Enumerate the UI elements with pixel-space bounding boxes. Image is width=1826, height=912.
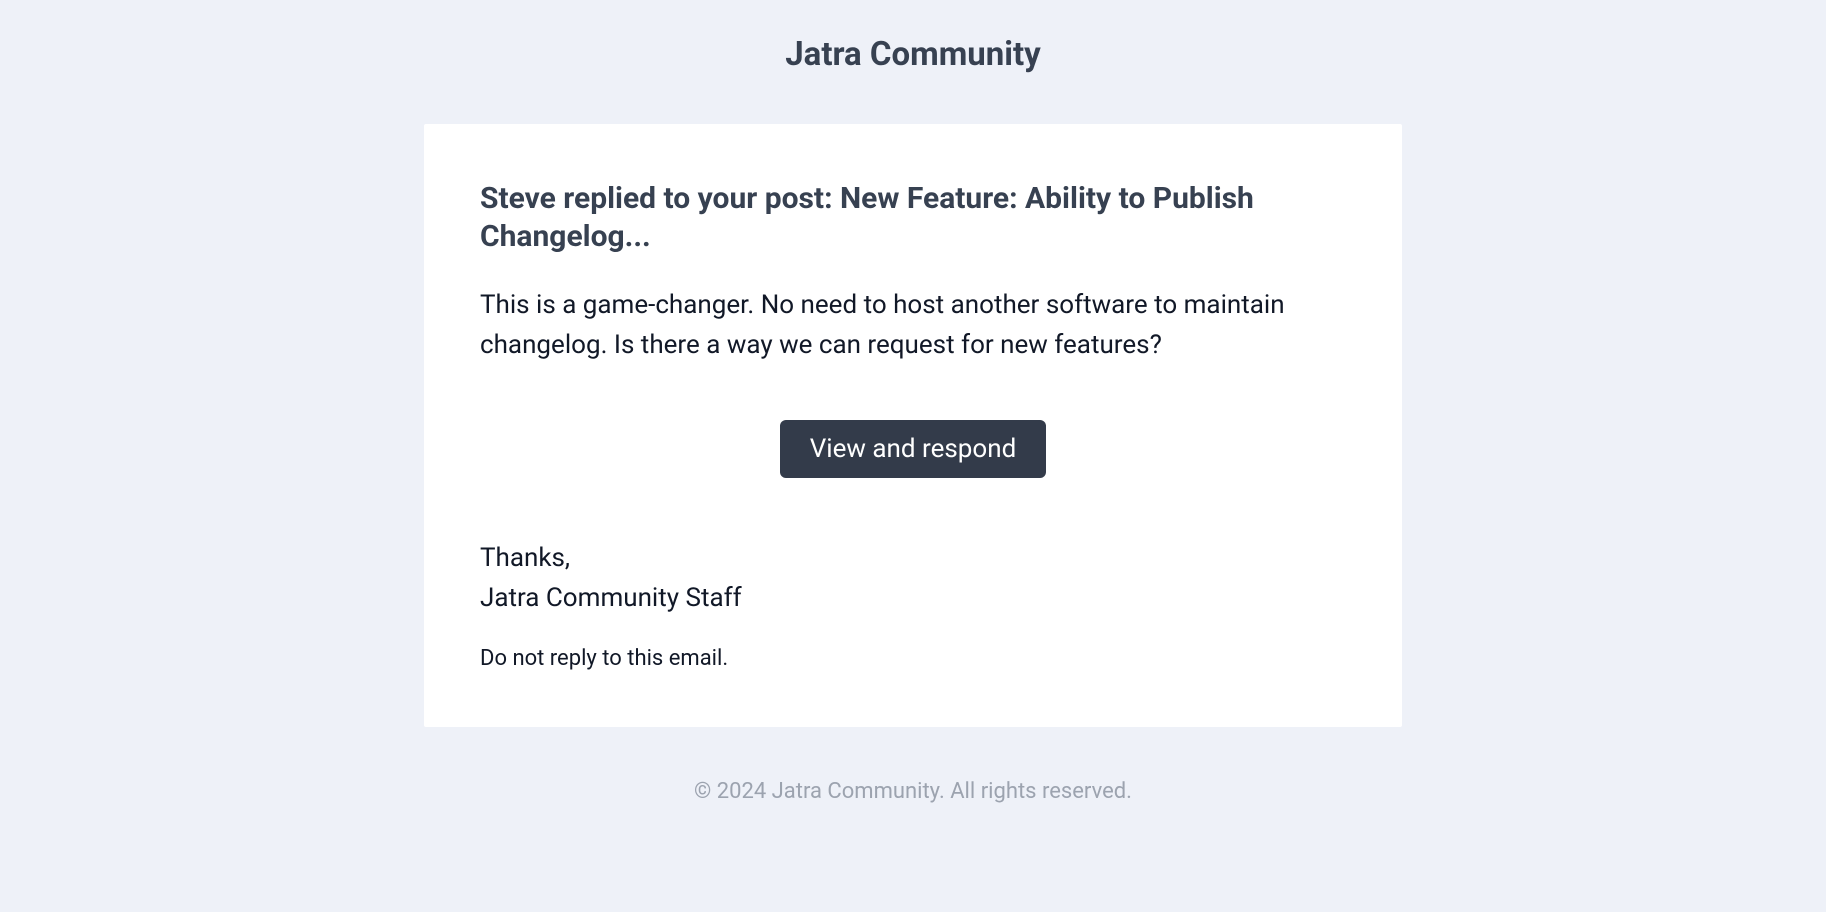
email-card: Steve replied to your post: New Feature:… <box>424 124 1402 727</box>
signoff-from: Jatra Community Staff <box>480 583 742 613</box>
email-subject: Steve replied to your post: New Feature:… <box>480 180 1346 255</box>
view-respond-button[interactable]: View and respond <box>780 420 1047 478</box>
email-body: This is a game-changer. No need to host … <box>480 285 1346 366</box>
community-title: Jatra Community <box>0 35 1826 74</box>
signoff-thanks: Thanks, <box>480 543 570 573</box>
footer-copyright: © 2024 Jatra Community. All rights reser… <box>0 779 1826 804</box>
cta-wrap: View and respond <box>480 420 1346 478</box>
email-signoff: Thanks, Jatra Community Staff <box>480 538 1346 619</box>
email-footer: © 2024 Jatra Community. All rights reser… <box>0 727 1826 856</box>
email-header: Jatra Community <box>0 20 1826 124</box>
noreply-notice: Do not reply to this email. <box>480 646 1346 671</box>
